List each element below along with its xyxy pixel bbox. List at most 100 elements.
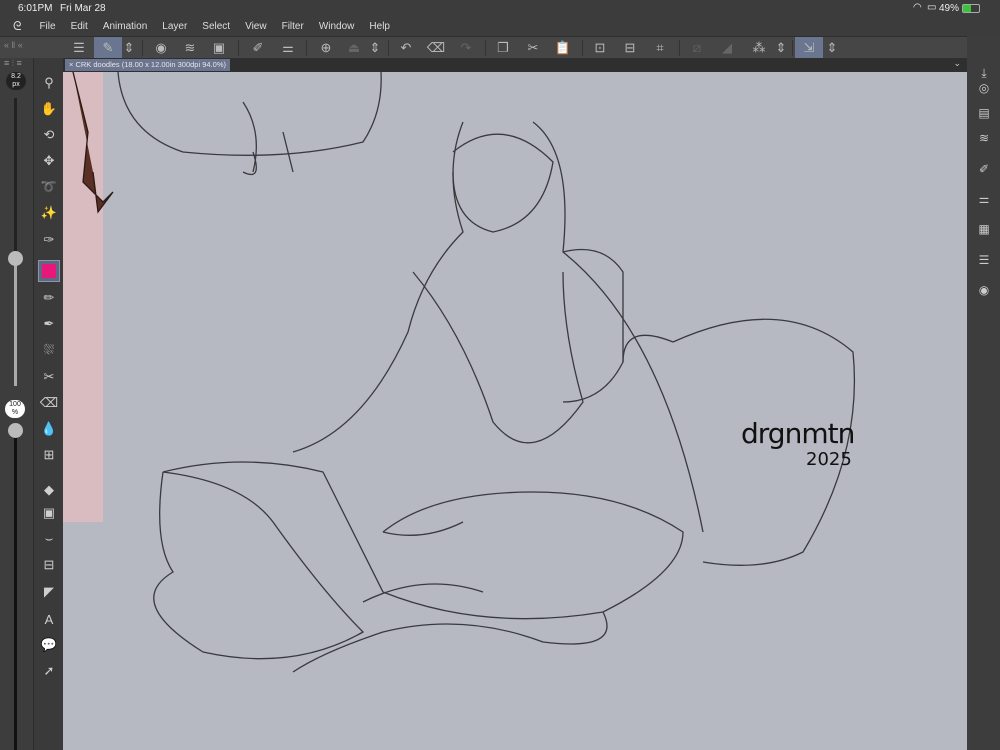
mesh-transform-icon[interactable]: ⌗ bbox=[646, 37, 674, 59]
sketch-artwork bbox=[63, 72, 856, 673]
menu-icon[interactable]: ☰ bbox=[65, 37, 93, 59]
document-tab-title: CRK doodles (18.00 x 12.00in 300dpi 94.0… bbox=[75, 60, 226, 69]
layers-icon[interactable]: ≋ bbox=[976, 131, 992, 147]
vector-icon[interactable]: ⌣ bbox=[38, 528, 60, 550]
brush-size-value: 8.2 bbox=[11, 73, 21, 80]
status-date: Fri Mar 28 bbox=[60, 3, 106, 14]
brush-slider-panel: ≡ ⫶ ≡ 8.2 px 100% bbox=[0, 58, 33, 750]
wifi-icon: ◠ bbox=[913, 2, 922, 13]
collapse-left-icon[interactable]: « ‖ « bbox=[4, 40, 23, 50]
clear-icon[interactable]: ⌫ bbox=[422, 37, 450, 59]
fill-selection-icon[interactable]: ◢ bbox=[713, 37, 741, 59]
eyedropper-icon[interactable]: ✑ bbox=[38, 229, 60, 251]
menu-bar: ᘓ File Edit Animation Layer Select View … bbox=[0, 17, 1000, 36]
magic-wand-icon[interactable]: ✨ bbox=[38, 202, 60, 224]
chevron-updown-icon[interactable]: ⇕ bbox=[772, 37, 790, 59]
history-icon[interactable]: ☰ bbox=[976, 253, 992, 269]
command-bar: « ‖ « ☰ ✎ ⇕ ◉ ≋ ▣ ✐ ⚌ ⊕ ⏏ ⇕ ↶ ⌫ ↷ ❐ ✂ 📋 … bbox=[0, 36, 1000, 59]
opacity-badge: 100% bbox=[5, 400, 25, 418]
pink-dress-sketch bbox=[63, 72, 103, 522]
menu-layer[interactable]: Layer bbox=[162, 21, 187, 32]
chevron-updown-icon[interactable]: ⇕ bbox=[366, 37, 384, 59]
ruler-icon[interactable]: ◤ bbox=[38, 581, 60, 603]
material-icon[interactable]: ◉ bbox=[147, 37, 175, 59]
grid-icon[interactable]: ⊞ bbox=[38, 444, 60, 466]
menu-window[interactable]: Window bbox=[319, 21, 355, 32]
new-layer-icon[interactable]: ⊕ bbox=[312, 37, 340, 59]
brush-icon[interactable]: ✒ bbox=[38, 313, 60, 335]
hand-icon[interactable]: ✋ bbox=[38, 98, 60, 120]
rotate-icon[interactable]: ⟲ bbox=[38, 124, 60, 146]
color-swatch-icon[interactable] bbox=[38, 260, 60, 282]
screen-mirror-icon: ▭ bbox=[927, 2, 937, 13]
zoom-icon[interactable]: ⚲ bbox=[38, 72, 60, 94]
chevron-updown-icon[interactable]: ⇕ bbox=[120, 37, 138, 59]
status-bar: 6:01PM Fri Mar 28 ◠ ▭ 49% bbox=[0, 0, 1000, 17]
document-tab[interactable]: × CRK doodles (18.00 x 12.00in 300dpi 94… bbox=[65, 59, 230, 71]
menu-animation[interactable]: Animation bbox=[103, 21, 147, 32]
battery-icon bbox=[962, 4, 980, 13]
chevron-down-icon[interactable]: ⌄ bbox=[953, 58, 961, 69]
brush-size-slider[interactable] bbox=[8, 98, 23, 386]
opacity-slider[interactable] bbox=[8, 423, 23, 750]
document-tab-bar: × CRK doodles (18.00 x 12.00in 300dpi 94… bbox=[63, 58, 967, 72]
free-transform-icon[interactable]: ⊟ bbox=[616, 37, 644, 59]
slider-handle[interactable] bbox=[8, 251, 23, 266]
menu-edit[interactable]: Edit bbox=[71, 21, 88, 32]
layer-property-icon[interactable]: ▦ bbox=[976, 222, 992, 238]
edit-icon[interactable]: ✎ bbox=[94, 37, 122, 59]
navigator-icon[interactable]: ▣ bbox=[205, 37, 233, 59]
menu-select[interactable]: Select bbox=[202, 21, 230, 32]
lasso-icon[interactable]: ➰ bbox=[38, 176, 60, 198]
blend-icon[interactable]: 💧 bbox=[38, 418, 60, 440]
decoration-icon[interactable]: ✂ bbox=[38, 366, 60, 388]
import-icon[interactable]: ⤓ bbox=[976, 66, 992, 82]
brush-settings-icon[interactable]: ✐ bbox=[244, 37, 272, 59]
app-logo-icon[interactable]: ᘓ bbox=[13, 19, 21, 34]
pen-icon[interactable]: ✏ bbox=[38, 287, 60, 309]
fill-icon[interactable]: ◆ bbox=[38, 479, 60, 501]
gradient-icon[interactable]: ▣ bbox=[38, 502, 60, 524]
signature-year: 2025 bbox=[806, 449, 852, 470]
tool-property-icon[interactable]: ⚌ bbox=[976, 192, 992, 208]
cut-icon[interactable]: ✂ bbox=[519, 37, 547, 59]
layer-icon[interactable]: ⏏ bbox=[340, 37, 368, 59]
select-icon[interactable]: ⁂ bbox=[745, 37, 773, 59]
opacity-value: 100 bbox=[9, 401, 21, 408]
menu-filter[interactable]: Filter bbox=[282, 21, 304, 32]
panel-tabs-icon[interactable]: ≡ ⫶ ≡ bbox=[4, 58, 22, 69]
frame-icon[interactable]: ⊟ bbox=[38, 554, 60, 576]
balloon-icon[interactable]: 💬 bbox=[38, 634, 60, 656]
ruler-snap-icon[interactable]: ⇲ bbox=[795, 37, 823, 59]
clear-selection-icon[interactable]: ⧄ bbox=[683, 37, 711, 59]
copy-icon[interactable]: ❐ bbox=[489, 37, 517, 59]
undo-icon[interactable]: ↶ bbox=[392, 37, 420, 59]
drawing-canvas[interactable]: drgnmtn 2025 bbox=[63, 72, 967, 750]
brush-size-badge: 8.2 px bbox=[6, 72, 26, 90]
menu-file[interactable]: File bbox=[39, 21, 55, 32]
brush-size-unit: px bbox=[12, 81, 20, 88]
airbrush-icon[interactable]: ⛆ bbox=[38, 339, 60, 361]
tool-palette: ⚲ ✋ ⟲ ✥ ➰ ✨ ✑ ✏ ✒ ⛆ ✂ ⌫ 💧 ⊞ ◆ ▣ ⌣ ⊟ ◤ A … bbox=[33, 58, 63, 750]
menu-view[interactable]: View bbox=[245, 21, 267, 32]
navigator-icon[interactable]: ▤ bbox=[976, 106, 992, 122]
material-icon[interactable]: ◎ bbox=[976, 81, 992, 97]
status-time: 6:01PM bbox=[18, 3, 53, 14]
slider-handle[interactable] bbox=[8, 423, 23, 438]
redo-icon[interactable]: ↷ bbox=[452, 37, 480, 59]
correct-line-icon[interactable]: ➚ bbox=[38, 660, 60, 682]
menu-help[interactable]: Help bbox=[369, 21, 390, 32]
move-icon[interactable]: ✥ bbox=[38, 150, 60, 172]
tool-property-icon[interactable]: ⚌ bbox=[274, 37, 302, 59]
brush-settings-icon[interactable]: ✐ bbox=[976, 162, 992, 178]
battery-percent: 49% bbox=[939, 3, 960, 14]
artist-signature: drgnmtn bbox=[741, 417, 855, 450]
opacity-unit: % bbox=[11, 409, 19, 416]
layers-icon[interactable]: ≋ bbox=[176, 37, 204, 59]
color-icon[interactable]: ◉ bbox=[976, 283, 992, 299]
eraser-icon[interactable]: ⌫ bbox=[38, 392, 60, 414]
chevron-updown-icon[interactable]: ⇕ bbox=[823, 37, 841, 59]
text-icon[interactable]: A bbox=[38, 608, 60, 630]
transform-icon[interactable]: ⊡ bbox=[586, 37, 614, 59]
paste-icon[interactable]: 📋 bbox=[549, 37, 577, 59]
